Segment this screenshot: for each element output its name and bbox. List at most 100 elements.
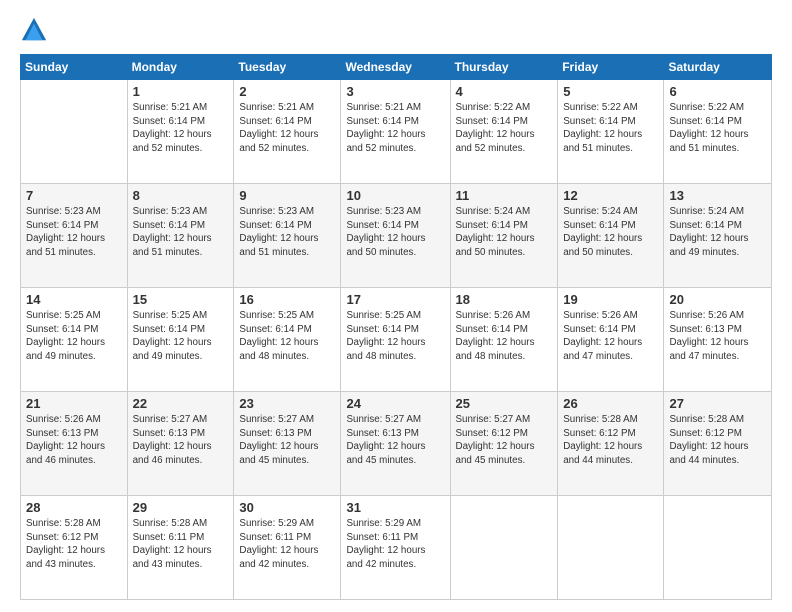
calendar-cell: 19 Sunrise: 5:26 AM Sunset: 6:14 PM Dayli…	[558, 288, 664, 392]
day-number: 29	[133, 500, 229, 515]
header	[20, 16, 772, 44]
day-info: Sunrise: 5:29 AM Sunset: 6:11 PM Dayligh…	[346, 517, 444, 572]
calendar-cell: 9 Sunrise: 5:23 AM Sunset: 6:14 PM Daylig…	[234, 184, 341, 288]
calendar-cell: 3 Sunrise: 5:21 AM Sunset: 6:14 PM Daylig…	[341, 80, 450, 184]
day-number: 14	[26, 292, 122, 307]
day-number: 21	[26, 396, 122, 411]
calendar-cell: 13Sunrise: 5:24 AM Sunset: 6:14 PM Dayli…	[664, 184, 772, 288]
calendar-cell	[664, 496, 772, 600]
day-number: 8	[133, 188, 229, 203]
day-info: Sunrise: 5:23 AM Sunset: 6:14 PM Dayligh…	[346, 205, 444, 260]
day-info: Sunrise: 5:23 AM Sunset: 6:14 PM Dayligh…	[133, 205, 229, 260]
calendar-week-row: 1 Sunrise: 5:21 AM Sunset: 6:14 PM Daylig…	[21, 80, 772, 184]
day-number: 12	[563, 188, 658, 203]
calendar-cell: 18 Sunrise: 5:26 AM Sunset: 6:14 PM Dayli…	[450, 288, 558, 392]
calendar-day-header: Friday	[558, 55, 664, 80]
day-info: Sunrise: 5:21 AM Sunset: 6:14 PM Dayligh…	[239, 101, 335, 156]
calendar-day-header: Tuesday	[234, 55, 341, 80]
calendar-cell: 15 Sunrise: 5:25 AM Sunset: 6:14 PM Dayli…	[127, 288, 234, 392]
day-number: 22	[133, 396, 229, 411]
day-info: Sunrise: 5:21 AM Sunset: 6:14 PM Dayligh…	[133, 101, 229, 156]
logo	[20, 16, 52, 44]
calendar-cell: 10 Sunrise: 5:23 AM Sunset: 6:14 PM Dayli…	[341, 184, 450, 288]
day-number: 17	[346, 292, 444, 307]
calendar-cell: 2 Sunrise: 5:21 AM Sunset: 6:14 PM Daylig…	[234, 80, 341, 184]
calendar-week-row: 14 Sunrise: 5:25 AM Sunset: 6:14 PM Dayli…	[21, 288, 772, 392]
logo-icon	[20, 16, 48, 44]
day-info: Sunrise: 5:28 AM Sunset: 6:12 PM Dayligh…	[563, 413, 658, 468]
day-number: 6	[669, 84, 766, 99]
calendar-cell: 30 Sunrise: 5:29 AM Sunset: 6:11 PM Dayli…	[234, 496, 341, 600]
calendar-day-header: Sunday	[21, 55, 128, 80]
calendar-cell: 26 Sunrise: 5:28 AM Sunset: 6:12 PM Dayli…	[558, 392, 664, 496]
calendar-cell: 25 Sunrise: 5:27 AM Sunset: 6:12 PM Dayli…	[450, 392, 558, 496]
day-info: Sunrise: 5:24 AM Sunset: 6:14 PM Dayligh…	[669, 205, 766, 260]
day-info: Sunrise: 5:23 AM Sunset: 6:14 PM Dayligh…	[239, 205, 335, 260]
day-number: 24	[346, 396, 444, 411]
calendar-day-header: Saturday	[664, 55, 772, 80]
calendar-cell	[21, 80, 128, 184]
day-info: Sunrise: 5:28 AM Sunset: 6:11 PM Dayligh…	[133, 517, 229, 572]
day-info: Sunrise: 5:24 AM Sunset: 6:14 PM Dayligh…	[563, 205, 658, 260]
day-info: Sunrise: 5:29 AM Sunset: 6:11 PM Dayligh…	[239, 517, 335, 572]
day-number: 28	[26, 500, 122, 515]
calendar-cell: 1 Sunrise: 5:21 AM Sunset: 6:14 PM Daylig…	[127, 80, 234, 184]
day-info: Sunrise: 5:27 AM Sunset: 6:13 PM Dayligh…	[133, 413, 229, 468]
calendar-cell: 20 Sunrise: 5:26 AM Sunset: 6:13 PM Dayli…	[664, 288, 772, 392]
day-info: Sunrise: 5:26 AM Sunset: 6:14 PM Dayligh…	[563, 309, 658, 364]
day-info: Sunrise: 5:25 AM Sunset: 6:14 PM Dayligh…	[133, 309, 229, 364]
page: SundayMondayTuesdayWednesdayThursdayFrid…	[0, 0, 792, 612]
day-info: Sunrise: 5:27 AM Sunset: 6:13 PM Dayligh…	[346, 413, 444, 468]
calendar-cell: 28Sunrise: 5:28 AM Sunset: 6:12 PM Dayli…	[21, 496, 128, 600]
day-info: Sunrise: 5:22 AM Sunset: 6:14 PM Dayligh…	[563, 101, 658, 156]
day-info: Sunrise: 5:25 AM Sunset: 6:14 PM Dayligh…	[239, 309, 335, 364]
day-info: Sunrise: 5:27 AM Sunset: 6:12 PM Dayligh…	[456, 413, 553, 468]
calendar-day-header: Monday	[127, 55, 234, 80]
day-number: 10	[346, 188, 444, 203]
day-number: 4	[456, 84, 553, 99]
calendar-cell: 14 Sunrise: 5:25 AM Sunset: 6:14 PM Dayli…	[21, 288, 128, 392]
calendar-cell: 23Sunrise: 5:27 AM Sunset: 6:13 PM Dayli…	[234, 392, 341, 496]
day-number: 1	[133, 84, 229, 99]
calendar-day-header: Wednesday	[341, 55, 450, 80]
day-number: 30	[239, 500, 335, 515]
calendar-cell: 29 Sunrise: 5:28 AM Sunset: 6:11 PM Dayli…	[127, 496, 234, 600]
calendar-cell: 22 Sunrise: 5:27 AM Sunset: 6:13 PM Dayli…	[127, 392, 234, 496]
day-number: 19	[563, 292, 658, 307]
day-number: 15	[133, 292, 229, 307]
day-number: 9	[239, 188, 335, 203]
calendar-cell: 31Sunrise: 5:29 AM Sunset: 6:11 PM Dayli…	[341, 496, 450, 600]
day-number: 20	[669, 292, 766, 307]
calendar-week-row: 28Sunrise: 5:28 AM Sunset: 6:12 PM Dayli…	[21, 496, 772, 600]
day-info: Sunrise: 5:23 AM Sunset: 6:14 PM Dayligh…	[26, 205, 122, 260]
day-number: 25	[456, 396, 553, 411]
day-number: 18	[456, 292, 553, 307]
calendar-cell: 17Sunrise: 5:25 AM Sunset: 6:14 PM Dayli…	[341, 288, 450, 392]
day-number: 3	[346, 84, 444, 99]
day-number: 2	[239, 84, 335, 99]
day-info: Sunrise: 5:25 AM Sunset: 6:14 PM Dayligh…	[26, 309, 122, 364]
calendar-cell: 6Sunrise: 5:22 AM Sunset: 6:14 PM Daylig…	[664, 80, 772, 184]
day-info: Sunrise: 5:28 AM Sunset: 6:12 PM Dayligh…	[669, 413, 766, 468]
calendar-cell: 24 Sunrise: 5:27 AM Sunset: 6:13 PM Dayli…	[341, 392, 450, 496]
day-number: 7	[26, 188, 122, 203]
day-info: Sunrise: 5:21 AM Sunset: 6:14 PM Dayligh…	[346, 101, 444, 156]
calendar-cell: 11 Sunrise: 5:24 AM Sunset: 6:14 PM Dayli…	[450, 184, 558, 288]
day-info: Sunrise: 5:24 AM Sunset: 6:14 PM Dayligh…	[456, 205, 553, 260]
calendar-cell: 21 Sunrise: 5:26 AM Sunset: 6:13 PM Dayli…	[21, 392, 128, 496]
calendar-cell: 27Sunrise: 5:28 AM Sunset: 6:12 PM Dayli…	[664, 392, 772, 496]
calendar-cell: 4 Sunrise: 5:22 AM Sunset: 6:14 PM Daylig…	[450, 80, 558, 184]
calendar-day-header: Thursday	[450, 55, 558, 80]
calendar-cell: 16Sunrise: 5:25 AM Sunset: 6:14 PM Dayli…	[234, 288, 341, 392]
day-info: Sunrise: 5:22 AM Sunset: 6:14 PM Dayligh…	[456, 101, 553, 156]
day-info: Sunrise: 5:26 AM Sunset: 6:13 PM Dayligh…	[669, 309, 766, 364]
day-info: Sunrise: 5:26 AM Sunset: 6:14 PM Dayligh…	[456, 309, 553, 364]
calendar-header-row: SundayMondayTuesdayWednesdayThursdayFrid…	[21, 55, 772, 80]
day-number: 11	[456, 188, 553, 203]
day-info: Sunrise: 5:26 AM Sunset: 6:13 PM Dayligh…	[26, 413, 122, 468]
calendar-cell	[450, 496, 558, 600]
day-number: 26	[563, 396, 658, 411]
calendar-cell: 12 Sunrise: 5:24 AM Sunset: 6:14 PM Dayli…	[558, 184, 664, 288]
day-number: 23	[239, 396, 335, 411]
calendar-cell: 7 Sunrise: 5:23 AM Sunset: 6:14 PM Daylig…	[21, 184, 128, 288]
